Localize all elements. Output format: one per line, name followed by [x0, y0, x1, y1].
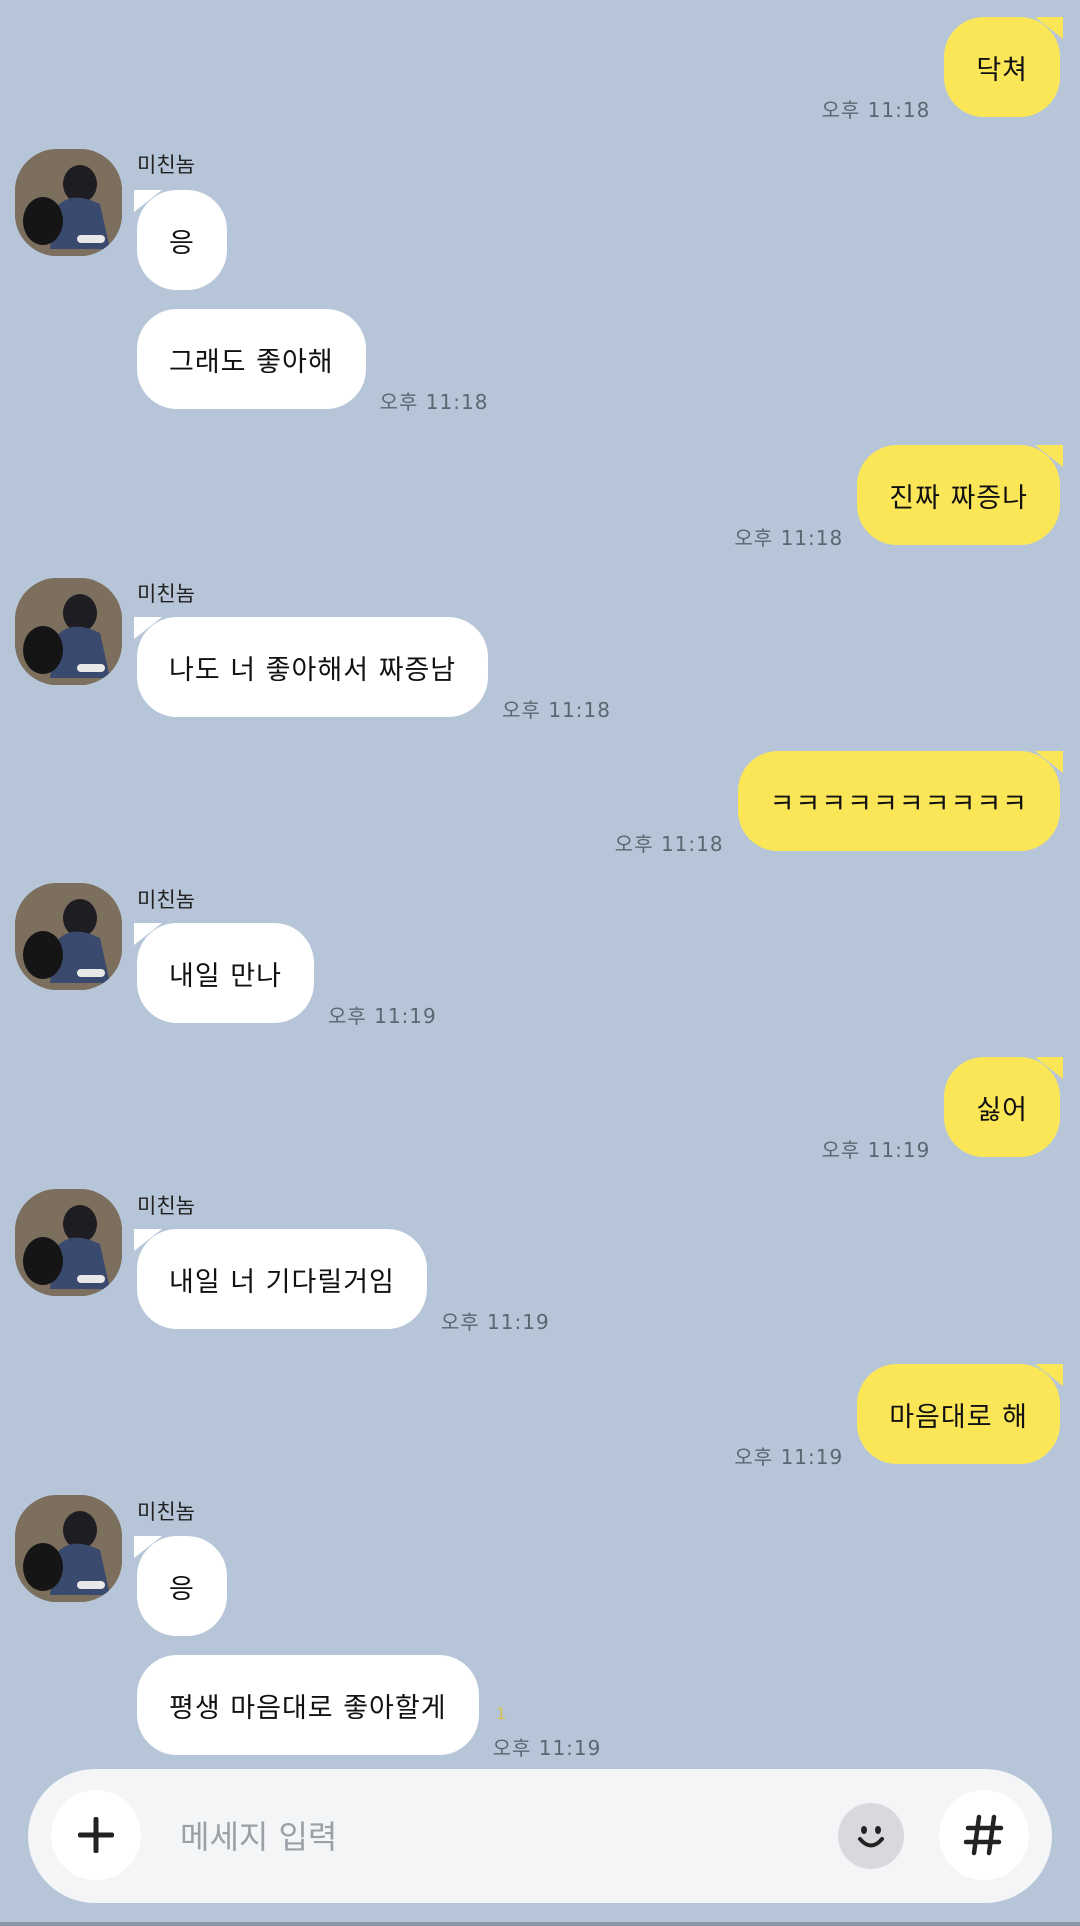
unread-count: 1 [496, 1704, 507, 1723]
emoji-button[interactable] [838, 1803, 904, 1869]
message-bubble-mine[interactable]: 진짜 짜증나 [857, 445, 1063, 545]
message-time: 오후 11:18 [821, 98, 931, 122]
message-bubble-mine[interactable]: 마음대로 해 [857, 1364, 1063, 1464]
message-bubble-other[interactable]: 그래도 좋아해 [137, 309, 366, 409]
message-bubble-other[interactable]: 응 [134, 190, 227, 290]
message-row-other: 나도 너 좋아해서 짜증남 오후 11:18 [133, 617, 611, 722]
message-row-other: 평생 마음대로 좋아할게 오후 11:19 [137, 1655, 601, 1760]
sender-avatar[interactable] [15, 149, 122, 256]
message-row-mine: 오후 11:19 싫어 [822, 1057, 1063, 1162]
message-row-other: 응 [134, 190, 227, 290]
hash-icon [963, 1814, 1004, 1856]
attach-button[interactable] [51, 1790, 141, 1880]
message-time: 오후 11:19 [327, 1004, 437, 1028]
message-bubble-other[interactable]: 내일 너 기다릴거임 [134, 1229, 427, 1329]
message-time: 오후 11:18 [502, 698, 611, 722]
sender-avatar[interactable] [15, 1189, 122, 1296]
message-row-other: 내일 너 기다릴거임 오후 11:19 [134, 1229, 550, 1334]
message-row-mine: 오후 11:18 닥쳐 [822, 17, 1063, 122]
sender-name: 미친놈 [137, 153, 195, 177]
message-row-other: 그래도 좋아해 오후 11:18 [137, 309, 488, 414]
sender-avatar[interactable] [15, 883, 122, 990]
message-bubble-other[interactable]: 응 [134, 1536, 227, 1636]
sender-name: 미친놈 [137, 1500, 195, 1524]
message-input[interactable] [178, 1769, 822, 1905]
sender-name: 미친놈 [137, 1194, 195, 1218]
message-row-mine: 오후 11:18 ㅋㅋㅋㅋㅋㅋㅋㅋㅋㅋ [615, 751, 1064, 856]
chat-area[interactable]: 오후 11:18 닥쳐 미친놈 응 그래도 좋아해 오후 11:18 오후 11… [0, 0, 1080, 1765]
message-row-other: 내일 만나 오후 11:19 [134, 923, 437, 1028]
message-bubble-mine[interactable]: ㅋㅋㅋㅋㅋㅋㅋㅋㅋㅋ [737, 751, 1064, 851]
message-time: 오후 11:19 [492, 1736, 602, 1760]
message-row-other: 응 [134, 1536, 227, 1636]
message-time: 오후 11:18 [379, 390, 489, 414]
message-bubble-mine[interactable]: 닥쳐 [944, 17, 1063, 117]
message-bubble-other[interactable]: 나도 너 좋아해서 짜증남 [133, 617, 489, 717]
sender-name: 미친놈 [137, 582, 195, 606]
message-bubble-other[interactable]: 평생 마음대로 좋아할게 [137, 1655, 479, 1755]
message-time: 오후 11:19 [821, 1138, 931, 1162]
message-time: 오후 11:18 [614, 832, 724, 856]
message-bubble-mine[interactable]: 싫어 [944, 1057, 1063, 1157]
message-time: 오후 11:18 [734, 526, 844, 550]
hashtag-button[interactable] [939, 1790, 1029, 1880]
message-bubble-other[interactable]: 내일 만나 [134, 923, 314, 1023]
sender-avatar[interactable] [15, 578, 122, 685]
bottom-divider [0, 1922, 1080, 1926]
message-time: 오후 11:19 [734, 1445, 844, 1469]
message-row-mine: 오후 11:19 마음대로 해 [734, 1364, 1063, 1469]
message-composer [28, 1769, 1052, 1905]
message-row-mine: 오후 11:18 진짜 짜증나 [734, 445, 1063, 550]
sender-name: 미친놈 [137, 888, 195, 912]
plus-icon [78, 1817, 114, 1853]
sender-avatar[interactable] [15, 1495, 122, 1602]
emoji-icon [858, 1826, 884, 1848]
message-time: 오후 11:19 [440, 1310, 550, 1334]
